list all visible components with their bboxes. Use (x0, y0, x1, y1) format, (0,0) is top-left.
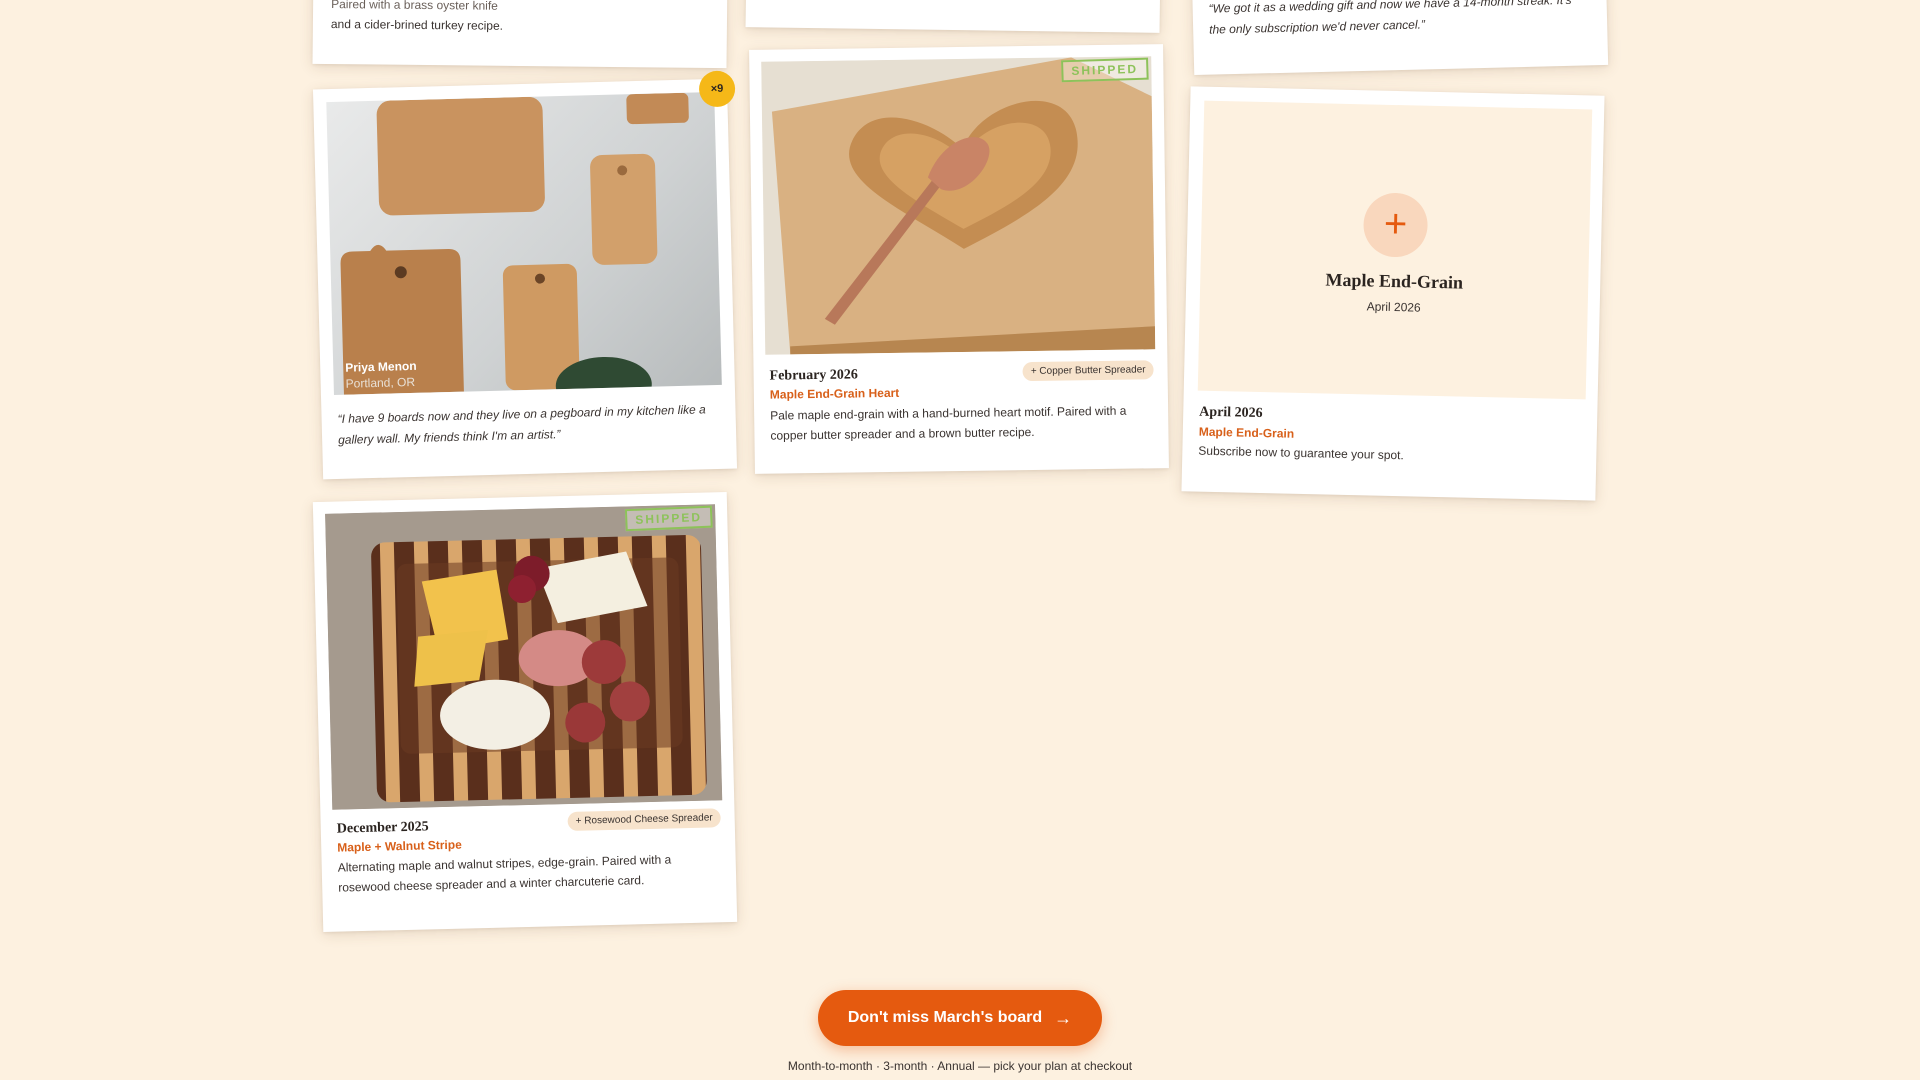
board-name: Maple End-Grain Heart (769, 385, 900, 402)
subscribe-cta-button[interactable]: Don't miss March's board → (818, 990, 1102, 1046)
shipped-stamp: SHIPPED (1061, 57, 1149, 83)
testimonial-quote: “I have 9 boards now and they live on a … (337, 402, 706, 447)
testimonial-card-partial-right: “We got it as a wedding gift and now we … (1191, 0, 1609, 76)
card-description: Pale maple end-grain with a hand-burned … (770, 403, 1127, 443)
placeholder-title: Maple End-Grain (1325, 269, 1464, 293)
testimonial-photo: Priya Menon Portland, OR (326, 91, 722, 396)
card-date: February 2026 (769, 367, 858, 384)
testimonial-card: Priya Menon Portland, OR ×9 “I have 9 bo… (312, 70, 738, 480)
board-name: Maple + Walnut Stripe (337, 837, 462, 855)
board-count-badge: ×9 (698, 70, 736, 108)
testimonial-name: Priya Menon (345, 358, 417, 375)
heart-board-illustration (761, 56, 1156, 355)
board-photo-stripe: SHIPPED (325, 504, 723, 810)
pairing-pill: + Rosewood Cheese Spreader (567, 808, 721, 831)
timeline-card-december: SHIPPED December 2025 + Rosewood Cheese … (312, 492, 738, 932)
pegboard-boards-illustration (340, 92, 689, 396)
timeline-card-partial-middle (745, 0, 1161, 33)
plus-icon: + (1362, 192, 1429, 258)
card-date: December 2025 (336, 819, 429, 837)
cta-label: Don't miss March's board (847, 1009, 1043, 1026)
shipped-stamp: SHIPPED (625, 505, 713, 532)
timeline-card-partial-left: Paired with a brass oyster knife and a c… (312, 0, 728, 69)
timeline-card-april-upcoming: + Maple End-Grain April 2026 April 2026 … (1181, 86, 1605, 501)
testimonial-location: Portland, OR (345, 374, 416, 391)
arrow-right-icon: → (1054, 1007, 1073, 1028)
board-name: Maple End-Grain (1198, 424, 1295, 441)
card-date: April 2026 (1199, 404, 1263, 422)
charcuterie-board-illustration (325, 504, 723, 810)
testimonial-quote-partial: “We got it as a wedding gift and now we … (1208, 0, 1572, 37)
card-description-partial: Paired with a brass oyster knife and a c… (330, 0, 504, 33)
placeholder-date: April 2026 (1366, 299, 1421, 315)
pairing-pill: + Copper Butter Spreader (1022, 360, 1154, 382)
card-description: Alternating maple and walnut stripes, ed… (337, 852, 672, 895)
card-description: Subscribe now to guarantee your spot. (1198, 443, 1404, 463)
timeline-card-february: SHIPPED February 2026 + Copper Butter Sp… (749, 44, 1169, 474)
board-photo-heart: SHIPPED (761, 56, 1156, 355)
plan-options-text: Month-to-month · 3-month · Annual — pick… (787, 1059, 1133, 1073)
upcoming-placeholder: + Maple End-Grain April 2026 (1197, 100, 1593, 400)
